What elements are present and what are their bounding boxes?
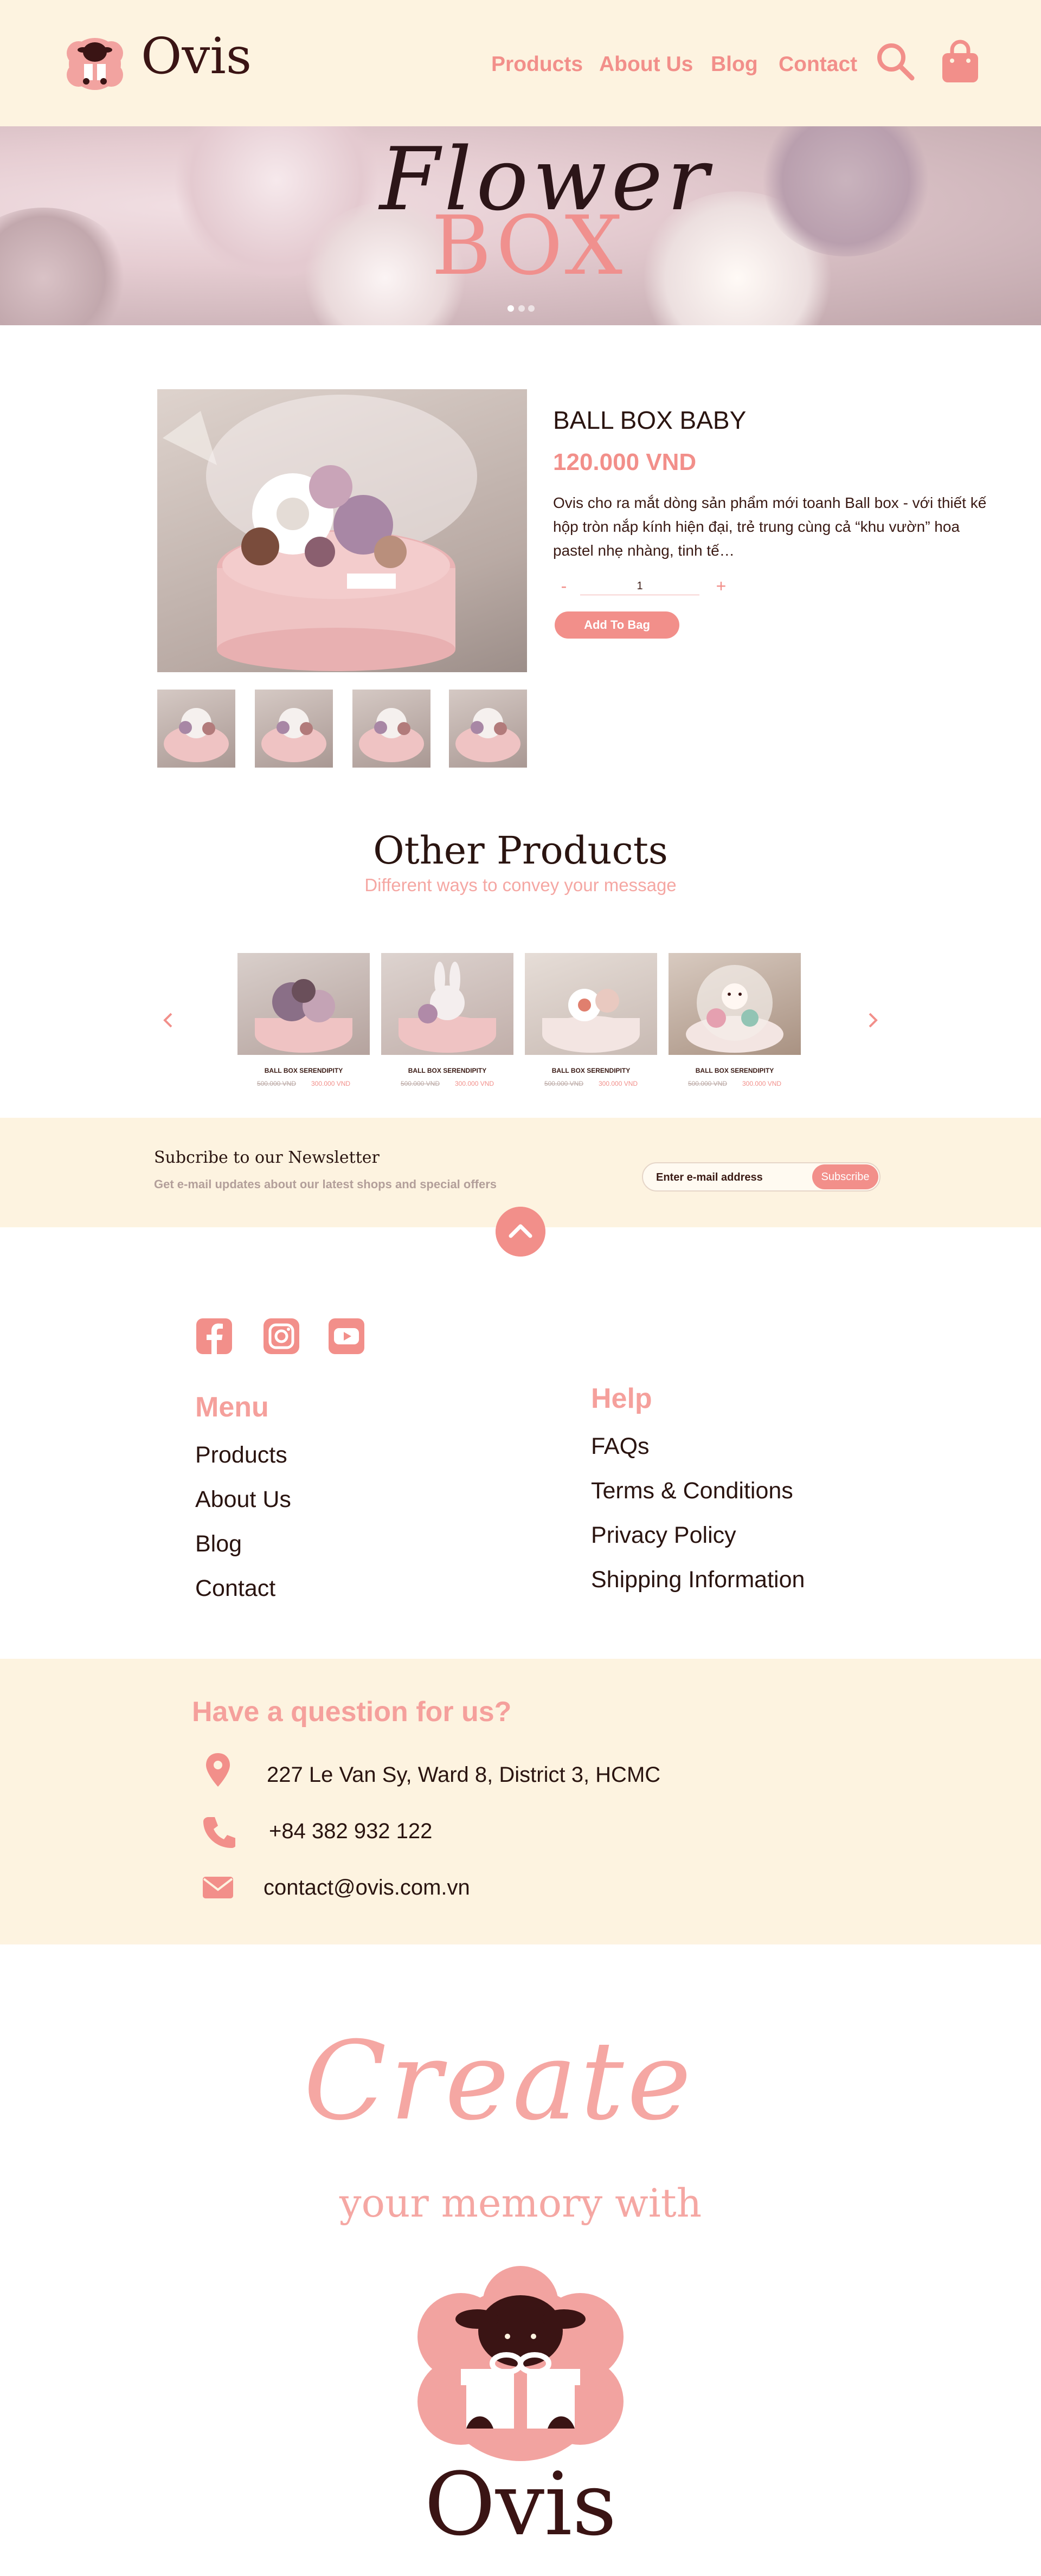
sheep-logo-icon[interactable] [62,31,127,91]
brand-name[interactable]: Ovis [141,31,252,81]
contact-phone[interactable]: +84 382 932 122 [269,1819,432,1844]
shopping-bag-icon[interactable] [940,39,980,85]
footer-link-blog[interactable]: Blog [195,1531,242,1557]
product-card-image [525,953,657,1055]
section-title: Other Products [373,828,668,873]
product-card-name: BALL BOX SERENDIPITY [695,1067,774,1074]
nav-products[interactable]: Products [491,53,583,76]
subscribe-button[interactable]: Subscribe [812,1164,878,1189]
section-subtitle: Different ways to convey your message [364,875,677,895]
add-to-bag-button[interactable]: Add To Bag [555,611,679,639]
product-main-image [157,389,527,672]
product-card-price: 300.000 VND [599,1080,638,1087]
email-icon [203,1877,233,1898]
contact-email[interactable]: contact@ovis.com.vn [264,1876,470,1900]
facebook-icon[interactable] [195,1317,233,1355]
hero-banner: Flower BOX [0,126,1041,325]
product-card[interactable]: BALL BOX SERENDIPITY 500.000 VND 300.000 … [669,953,801,1087]
closing-brand-name: Ovis [424,2453,617,2555]
footer-link-products[interactable]: Products [195,1442,287,1469]
location-pin-icon [206,1753,230,1787]
footer-link-terms[interactable]: Terms & Conditions [591,1478,793,1504]
sheep-logo-icon [417,2266,624,2461]
newsletter-subtitle: Get e-mail updates about our latest shop… [154,1177,497,1191]
product-card-name: BALL BOX SERENDIPITY [264,1067,343,1074]
product-card-old-price: 500.000 VND [400,1080,440,1087]
product-card-old-price: 500.000 VND [687,1080,727,1087]
newsletter-title: Subcribe to our Newsletter [154,1148,380,1167]
product-card[interactable]: BALL BOX SERENDIPITY 500.000 VND 300.000 … [381,953,513,1087]
slider-dot[interactable] [518,305,525,312]
nav-blog[interactable]: Blog [711,53,758,76]
contact-section: Have a question for us? 227 Le Van Sy, W… [0,1659,1041,1944]
footer-link-about-us[interactable]: About Us [195,1486,291,1513]
quantity-decrease-button[interactable]: - [553,577,575,596]
email-field[interactable] [656,1168,813,1187]
product-description: Ovis cho ra mắt dòng sản phẩm mới toanh … [553,494,987,559]
quantity-input[interactable] [580,578,699,595]
chevron-right-icon[interactable] [862,1004,884,1036]
product-card-price: 300.000 VND [311,1080,351,1087]
footer-link-privacy[interactable]: Privacy Policy [591,1522,736,1549]
hero-flower [0,208,130,325]
phone-icon [203,1817,235,1848]
product-card-image [669,953,801,1055]
product-price: 120.000 VND [553,449,697,475]
footer-link-contact[interactable]: Contact [195,1575,275,1602]
footer-menu-title: Menu [195,1392,269,1423]
product-name: BALL BOX BABY [553,406,747,434]
footer-link-shipping[interactable]: Shipping Information [591,1567,805,1593]
contact-title: Have a question for us? [192,1696,512,1728]
product-card-old-price: 500.000 VND [256,1080,296,1087]
product-card[interactable]: BALL BOX SERENDIPITY 500.000 VND 300.000 … [237,953,370,1087]
product-card-price: 300.000 VND [742,1080,782,1087]
slider-dot[interactable] [528,305,535,312]
closing-tagline: your memory with [339,2180,702,2226]
product-thumbnail[interactable] [449,690,527,768]
nav-contact[interactable]: Contact [779,53,857,76]
product-card-image [237,953,370,1055]
chevron-left-icon[interactable] [157,1004,179,1036]
ball-box-illustration [163,395,477,671]
product-thumbnail[interactable] [352,690,430,768]
product-card-image [381,953,513,1055]
footer-help-title: Help [591,1383,652,1414]
footer-link-faqs[interactable]: FAQs [591,1433,650,1460]
contact-address: 227 Le Van Sy, Ward 8, District 3, HCMC [267,1763,661,1787]
product-thumbnail[interactable] [255,690,333,768]
product-card-name: BALL BOX SERENDIPITY [408,1067,487,1074]
back-to-top-button[interactable] [496,1207,545,1257]
nav-about-us[interactable]: About Us [599,53,693,76]
hero-title: BOX [432,199,626,293]
product-card-name: BALL BOX SERENDIPITY [551,1067,631,1074]
instagram-icon[interactable] [262,1317,300,1355]
site-header: Ovis Products About Us Blog Contact [0,0,1041,126]
product-card[interactable]: BALL BOX SERENDIPITY 500.000 VND 300.000 … [525,953,657,1087]
product-thumbnail[interactable] [157,690,235,768]
newsletter-form: Subscribe [642,1162,881,1192]
search-icon[interactable] [874,40,917,83]
product-card-old-price: 500.000 VND [544,1080,583,1087]
quantity-stepper: - + [553,577,737,596]
slider-dot-active[interactable] [507,305,514,312]
closing-script-text: Create [304,2018,695,2144]
quantity-increase-button[interactable]: + [710,577,732,596]
youtube-icon[interactable] [327,1317,365,1355]
product-card-price: 300.000 VND [455,1080,494,1087]
